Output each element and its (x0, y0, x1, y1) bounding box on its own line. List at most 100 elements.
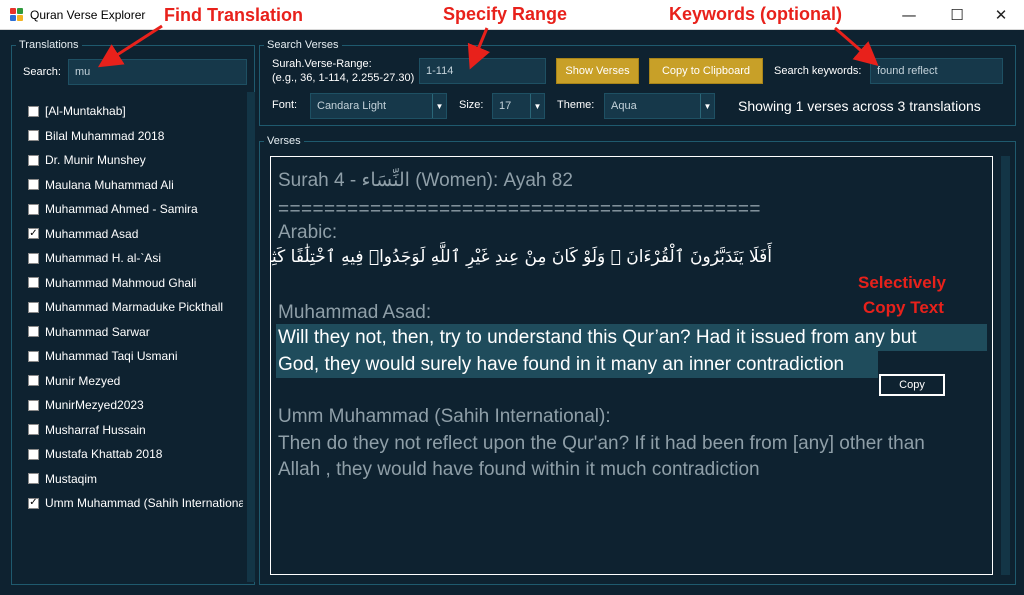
sahih-label: Umm Muhammad (Sahih International): (278, 406, 611, 427)
translation-item-label: Musharraf Hussain (45, 422, 146, 437)
checkbox-icon[interactable] (28, 179, 39, 190)
range-label: Surah.Verse-Range: (272, 58, 372, 70)
context-copy-button[interactable]: Copy (879, 374, 945, 396)
theme-select[interactable]: Aqua ▼ (604, 93, 715, 119)
asad-text-line-1: Will they not, then, try to understand t… (276, 324, 987, 351)
checkbox-icon[interactable] (28, 105, 39, 117)
size-select[interactable]: 17 ▼ (492, 93, 545, 119)
app-icon-green (17, 8, 23, 14)
translation-search-input[interactable]: mu (68, 59, 247, 85)
checkbox-icon[interactable] (28, 277, 39, 288)
translation-item-label: Muhammad Asad (45, 226, 139, 241)
app-icon-blue (10, 15, 16, 21)
checkbox-icon[interactable] (28, 448, 39, 460)
translation-item-label: Maulana Muhammad Ali (45, 177, 174, 192)
app-icon (10, 8, 23, 21)
annotation-keywords: Keywords (optional) (669, 4, 843, 24)
checkbox-icon[interactable] (28, 326, 39, 337)
separator-line: ========================================… (278, 199, 761, 220)
checkbox-icon[interactable] (28, 473, 39, 484)
asad-label: Muhammad Asad: (278, 302, 432, 323)
checkbox-icon[interactable] (28, 203, 39, 215)
translations-scrollbar[interactable] (247, 92, 255, 582)
theme-select-value: Aqua (611, 100, 637, 112)
translation-item[interactable]: Munir Mezyed (28, 371, 243, 391)
translation-item-label: Muhammad Ahmed - Samira (45, 202, 198, 216)
keywords-input[interactable]: found reflect (870, 58, 1003, 84)
translation-search-label: Search: (23, 66, 61, 78)
verse-heading: Surah 4 - النِّسَاء (Women): Ayah 82 (278, 170, 573, 191)
translation-item-label: Muhammad Mahmoud Ghali (45, 275, 197, 290)
size-label: Size: (459, 99, 484, 111)
translation-item-label: Umm Muhammad (Sahih International) (45, 496, 243, 510)
translation-item[interactable]: ✓ Umm Muhammad (Sahih International) (28, 493, 243, 513)
checkbox-icon[interactable] (28, 252, 39, 264)
theme-label: Theme: (557, 99, 595, 111)
translation-item[interactable]: [Al-Muntakhab] (28, 101, 243, 121)
translation-item[interactable]: Mustaqim (28, 469, 243, 489)
checkbox-icon[interactable] (28, 301, 39, 313)
chevron-down-icon: ▼ (530, 94, 544, 118)
close-button[interactable]: ✕ (978, 0, 1024, 30)
font-label: Font: (272, 99, 298, 111)
translations-list: [Al-Muntakhab] Bilal Muhammad 2018 Dr. Mun… (17, 92, 244, 582)
translation-item-label: Bilal Muhammad 2018 (45, 128, 165, 143)
verse-range-input[interactable]: 1-114 (419, 58, 546, 84)
translation-item[interactable]: MunirMezyed2023 (28, 395, 243, 415)
app-icon-yellow (17, 15, 23, 21)
maximize-button[interactable]: ☐ (934, 0, 980, 30)
sahih-text-line-1: Then do they not reflect upon the Qur'an… (278, 433, 925, 454)
font-select-value: Candara Light (317, 100, 387, 112)
checkbox-icon[interactable] (28, 375, 39, 386)
checkbox-icon[interactable] (28, 350, 39, 362)
checkbox-checked-icon[interactable]: ✓ (28, 497, 39, 509)
translation-item-label: Muhammad H. al-`Asi (45, 251, 162, 265)
annotation-specify-range: Specify Range (443, 4, 568, 24)
translation-item-label: Muhammad Taqi Usmani (45, 349, 178, 363)
translation-item[interactable]: Muhammad Ahmed - Samira (28, 199, 243, 219)
window-title: Quran Verse Explorer (30, 8, 146, 22)
translation-item[interactable]: Bilal Muhammad 2018 (28, 126, 243, 146)
annotation-copy-text: Copy Text (863, 298, 944, 317)
font-select[interactable]: Candara Light ▼ (310, 93, 447, 119)
arabic-label: Arabic: (278, 222, 338, 243)
translation-item[interactable]: Muhammad Sarwar (28, 322, 243, 342)
range-hint: (e.g., 36, 1-114, 2.255-27.30) (272, 72, 415, 84)
chevron-down-icon: ▼ (432, 94, 446, 118)
translation-item[interactable]: Muhammad Taqi Usmani (28, 346, 243, 366)
translation-item[interactable]: Maulana Muhammad Ali (28, 175, 243, 195)
translation-item-label: Dr. Munir Munshey (45, 153, 146, 167)
checkbox-icon[interactable] (28, 154, 39, 166)
checkbox-icon[interactable] (28, 399, 39, 411)
verses-scrollbar[interactable] (1001, 156, 1010, 575)
translation-item[interactable]: Muhammad Mahmoud Ghali (28, 273, 243, 293)
translation-item-label: Mustafa Khattab 2018 (45, 447, 163, 461)
translations-group-title: Translations (16, 39, 82, 51)
translation-item-label: Muhammad Marmaduke Pickthall (45, 300, 224, 314)
copy-to-clipboard-button[interactable]: Copy to Clipboard (649, 58, 763, 84)
show-verses-button[interactable]: Show Verses (556, 58, 639, 84)
translation-item[interactable]: Mustafa Khattab 2018 (28, 444, 243, 464)
checkbox-icon[interactable] (28, 424, 39, 435)
translation-item[interactable]: Dr. Munir Munshey (28, 150, 243, 170)
translation-item-label: Mustaqim (45, 471, 98, 486)
results-status: Showing 1 verses across 3 translations (738, 98, 981, 114)
minimize-button[interactable]: — (886, 0, 932, 30)
translation-item[interactable]: Muhammad H. al-`Asi (28, 248, 243, 268)
translation-item[interactable]: Muhammad Marmaduke Pickthall (28, 297, 243, 317)
asad-text-line-2: God, they would surely have found in it … (276, 351, 878, 378)
translation-item-label: Muhammad Sarwar (45, 324, 150, 339)
verses-text-area[interactable]: Surah 4 - النِّسَاء (Women): Ayah 82 ===… (270, 156, 993, 575)
app-icon-red (10, 8, 16, 14)
keywords-label: Search keywords: (774, 65, 862, 77)
translation-item-label: [Al-Muntakhab] (45, 104, 126, 118)
size-select-value: 17 (499, 100, 512, 112)
checkbox-checked-icon[interactable]: ✓ (28, 228, 39, 239)
annotation-selectively: Selectively (858, 273, 946, 292)
translation-item-label: Munir Mezyed (45, 373, 121, 388)
verses-group-title: Verses (264, 135, 304, 147)
translation-item[interactable]: Musharraf Hussain (28, 420, 243, 440)
checkbox-icon[interactable] (28, 130, 39, 141)
translation-item[interactable]: ✓ Muhammad Asad (28, 224, 243, 244)
translation-item-label: MunirMezyed2023 (45, 398, 144, 412)
